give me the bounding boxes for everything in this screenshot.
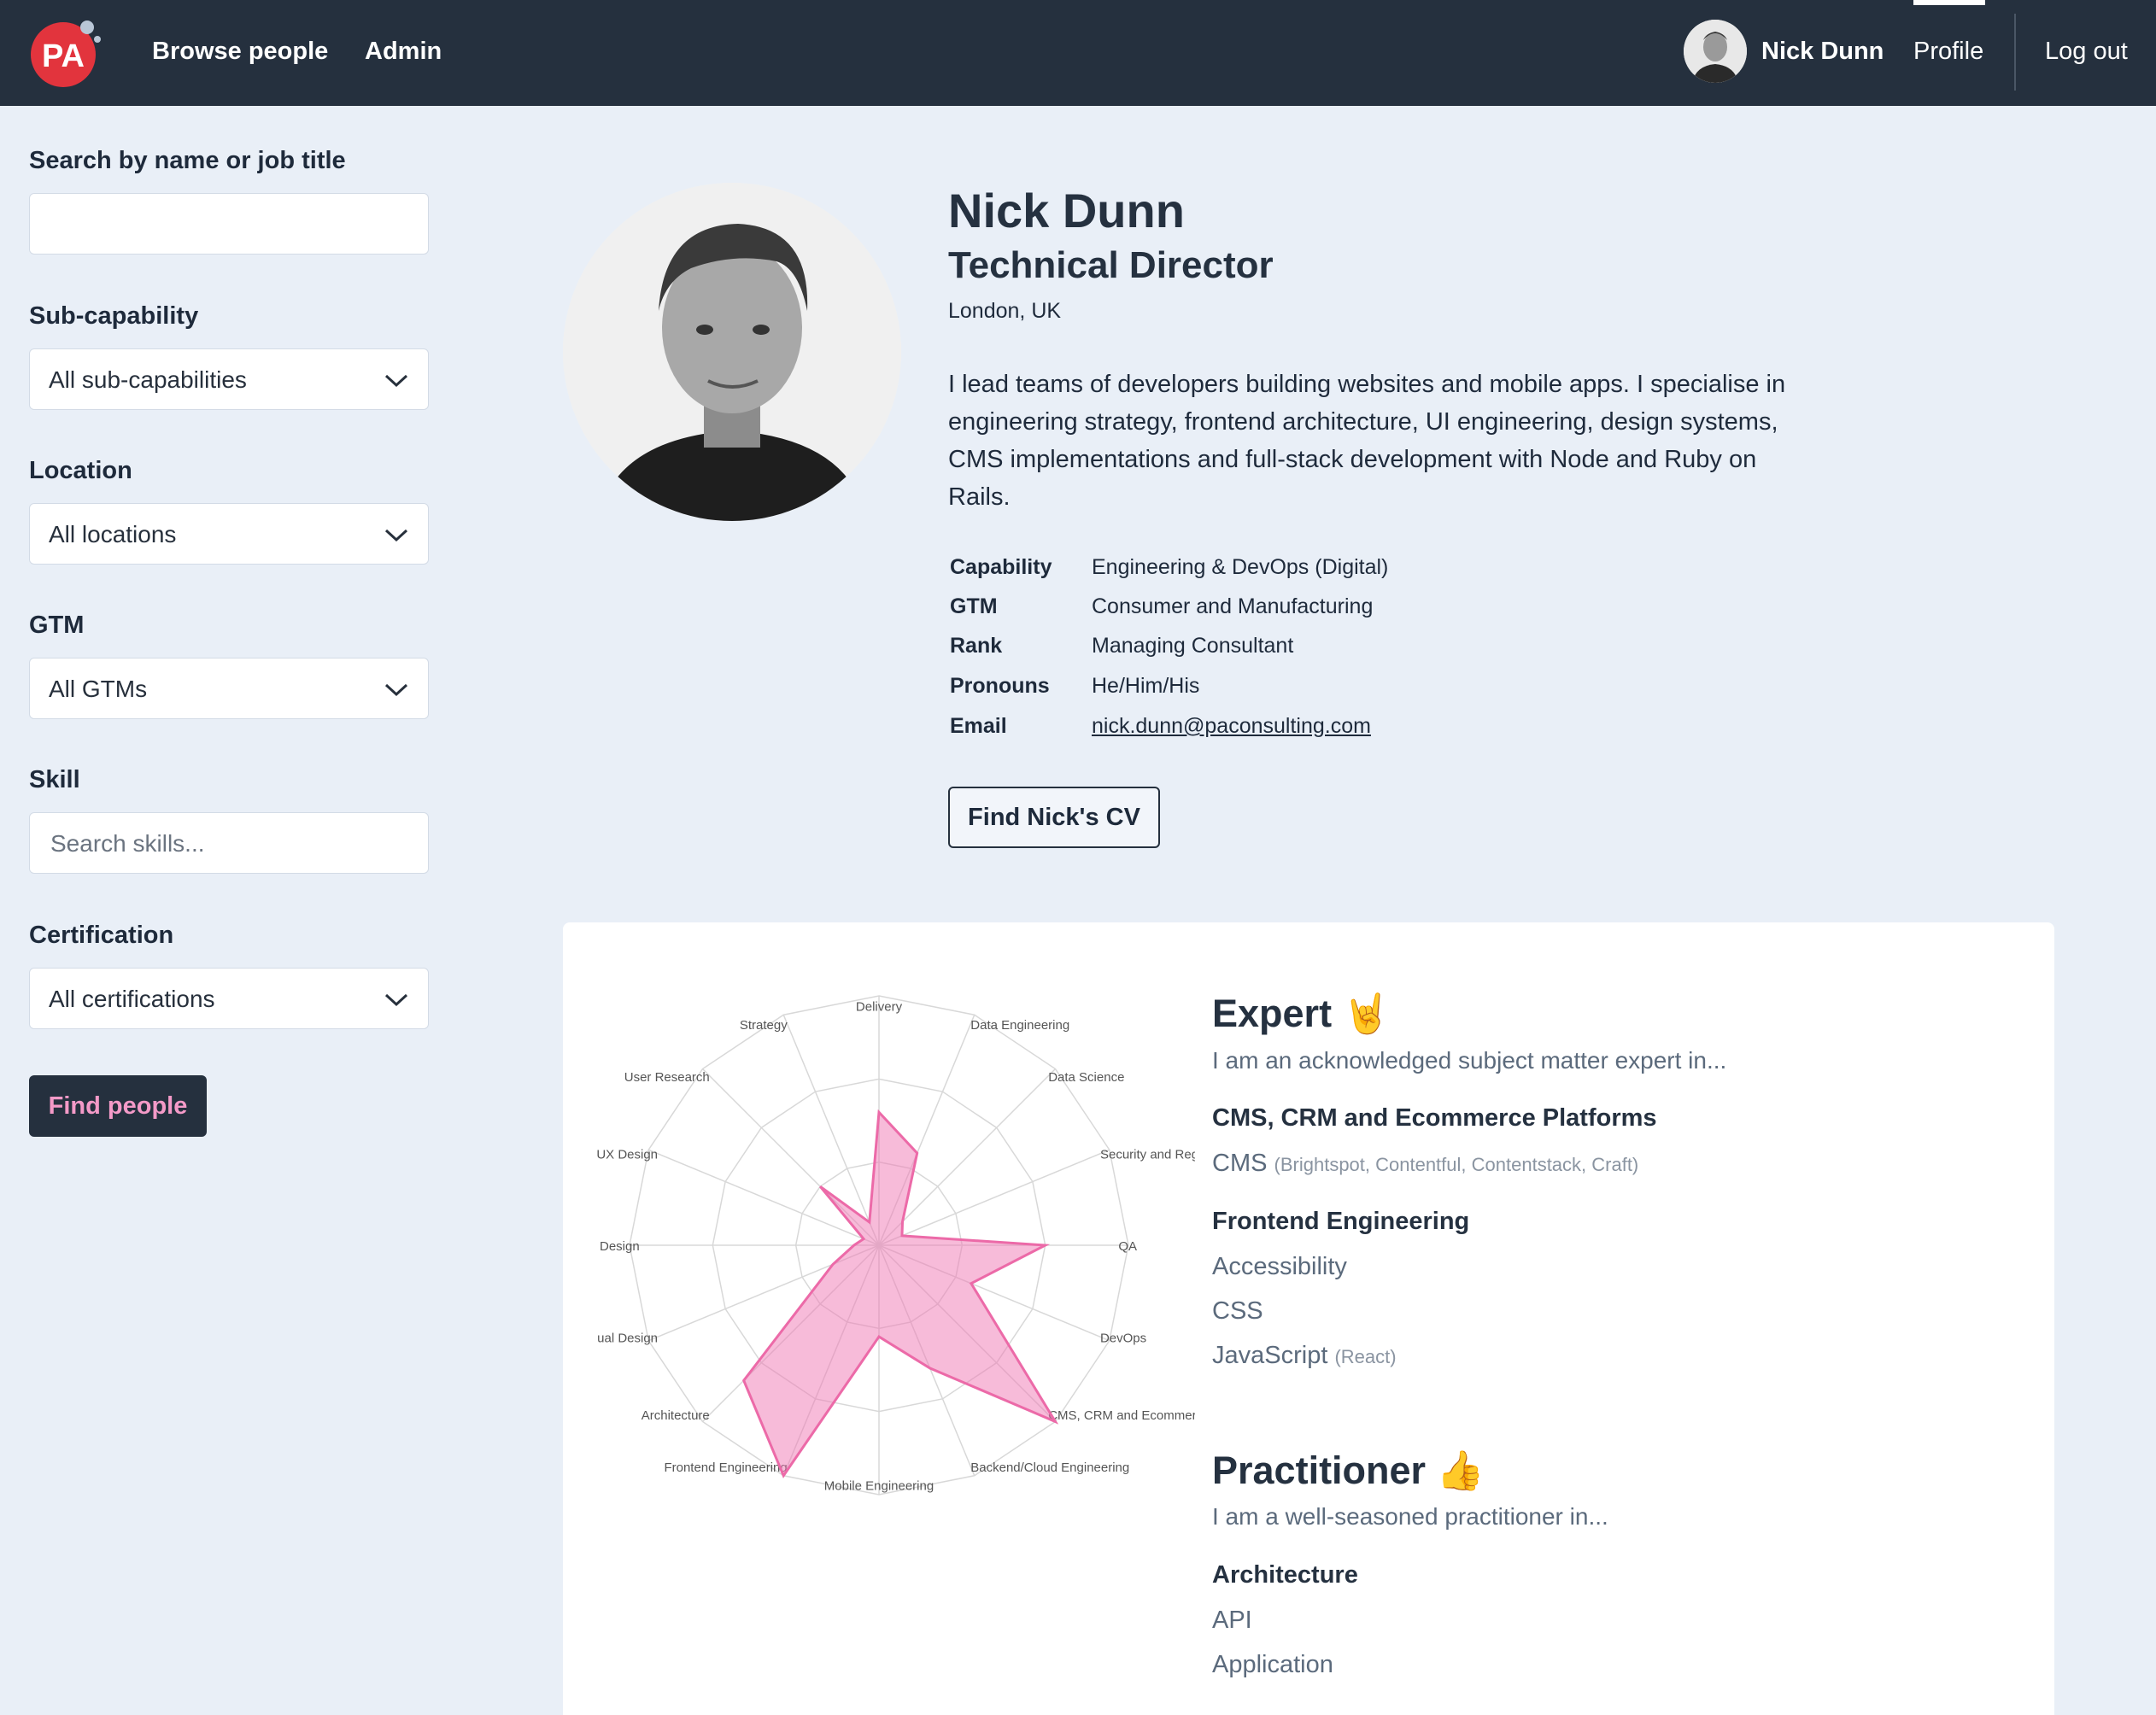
subcapability-value: All sub-capabilities	[49, 366, 247, 393]
find-people-button[interactable]: Find people	[29, 1075, 207, 1137]
skill-group-heading: Frontend Engineering	[1212, 1208, 1470, 1235]
radar-category-label: QA	[1118, 1239, 1137, 1254]
skill-search-placeholder: Search skills...	[50, 830, 205, 857]
profile-bio: I lead teams of developers building webs…	[948, 371, 1786, 511]
search-label: Search by name or job title	[29, 147, 346, 174]
expert-heading: Expert 🤘	[1212, 991, 1391, 1036]
radar-category-label: Content Design	[597, 1239, 640, 1254]
skill-name: CSS	[1212, 1297, 1263, 1325]
detail-label: Capability	[950, 555, 1052, 579]
user-avatar-icon	[1684, 20, 1747, 83]
nav-divider	[2014, 14, 2016, 91]
radar-category-label: CMS, CRM and Ecommerce Platforms	[1048, 1408, 1195, 1423]
detail-value: Consumer and Manufacturing	[1092, 594, 1374, 618]
chevron-down-icon	[384, 374, 408, 388]
detail-label: Rank	[950, 634, 1003, 658]
subcapability-label: Sub-capability	[29, 302, 199, 330]
location-value: All locations	[49, 521, 177, 547]
chevron-down-icon	[384, 993, 408, 1007]
find-cv-button[interactable]: Find Nick's CV	[948, 787, 1160, 848]
gtm-select[interactable]: All GTMs	[29, 658, 429, 719]
active-tab-indicator	[1913, 0, 1985, 5]
chevron-down-icon	[384, 683, 408, 697]
skill-name: API	[1212, 1607, 1252, 1634]
profile-job-title: Technical Director	[948, 244, 1274, 286]
practitioner-title: Practitioner	[1212, 1449, 1427, 1492]
radar-category-label: Backend/Cloud Engineering	[970, 1460, 1129, 1475]
skill-item: Accessibility	[1212, 1253, 1347, 1281]
location-select[interactable]: All locations	[29, 503, 429, 565]
radar-category-label: Security and Regulatory	[1100, 1148, 1195, 1162]
profile-location: London, UK	[948, 299, 1062, 323]
thumbs-up-icon: 👍	[1436, 1449, 1485, 1492]
skills-radar-chart: Delivery Data Engineering Data Science Secu…	[597, 991, 1195, 1589]
certification-label: Certification	[29, 922, 174, 949]
certification-select[interactable]: All certifications	[29, 968, 429, 1029]
skill-item: API	[1212, 1607, 1252, 1635]
radar-category-label: Delivery	[856, 1000, 903, 1015]
skill-tools: (Brightspot, Contentful, Contentstack, C…	[1274, 1154, 1639, 1175]
nav-profile[interactable]: Profile	[1913, 32, 1983, 70]
radar-category-label: Visual Design	[597, 1331, 658, 1345]
practitioner-description: I am a well-seasoned practitioner in...	[1212, 1503, 1608, 1530]
search-input[interactable]	[29, 193, 429, 255]
gtm-label: GTM	[29, 612, 85, 639]
logo-text: PA	[42, 38, 85, 74]
radar-category-label: Architecture	[642, 1408, 710, 1423]
pa-logo-icon[interactable]: PA	[29, 19, 101, 87]
detail-value: Managing Consultant	[1092, 634, 1294, 658]
detail-label: Pronouns	[950, 674, 1050, 698]
skill-search-input[interactable]: Search skills...	[29, 812, 429, 874]
skills-card: Delivery Data Engineering Data Science Secu…	[563, 922, 2054, 1715]
skill-name: JavaScript	[1212, 1342, 1328, 1369]
nav-browse-people[interactable]: Browse people	[152, 32, 328, 70]
skill-label: Skill	[29, 766, 80, 793]
expert-title: Expert	[1212, 992, 1333, 1035]
chevron-down-icon	[384, 529, 408, 542]
profile-photo	[563, 183, 901, 521]
email-link[interactable]: nick.dunn@paconsulting.com	[1092, 709, 1371, 743]
skill-item: JavaScript (React)	[1212, 1342, 1397, 1370]
expert-description: I am an acknowledged subject matter expe…	[1212, 1047, 1727, 1074]
detail-value: He/Him/His	[1092, 674, 1200, 698]
radar-category-label: UX Design	[597, 1148, 658, 1162]
skill-item: Application	[1212, 1651, 1333, 1679]
skill-item: CMS (Brightspot, Contentful, Contentstac…	[1212, 1150, 1638, 1178]
detail-label: GTM	[950, 594, 998, 618]
radar-category-label: DevOps	[1100, 1331, 1146, 1345]
gtm-value: All GTMs	[49, 676, 148, 702]
skill-group-heading: CMS, CRM and Ecommerce Platforms	[1212, 1104, 1657, 1132]
subcapability-select[interactable]: All sub-capabilities	[29, 348, 429, 410]
radar-category-label: Mobile Engineering	[824, 1478, 934, 1493]
radar-series-area	[744, 1112, 1056, 1476]
detail-label: Email	[950, 714, 1007, 738]
top-navigation-bar: PA Browse people Admin Nick Dunn Profile…	[0, 0, 2156, 106]
user-avatar[interactable]	[1684, 20, 1747, 83]
nav-logout[interactable]: Log out	[2045, 32, 2128, 70]
radar-category-label: Frontend Engineering	[664, 1460, 787, 1475]
location-label: Location	[29, 457, 132, 484]
radar-category-label: Strategy	[740, 1018, 788, 1033]
radar-category-label: User Research	[624, 1070, 710, 1085]
skill-tools: (React)	[1334, 1346, 1397, 1367]
radar-category-label: Data Engineering	[970, 1018, 1069, 1033]
detail-value: Engineering & DevOps (Digital)	[1092, 555, 1389, 579]
skill-name: Application	[1212, 1651, 1333, 1678]
radar-category-label: Data Science	[1048, 1070, 1124, 1085]
skill-item: CSS	[1212, 1297, 1263, 1326]
skill-name: Accessibility	[1212, 1253, 1347, 1280]
radar-axis	[783, 1015, 879, 1245]
rock-on-icon: 🤘	[1342, 992, 1391, 1035]
practitioner-heading: Practitioner 👍	[1212, 1448, 1485, 1493]
current-user-name[interactable]: Nick Dunn	[1761, 32, 1884, 70]
profile-name: Nick Dunn	[948, 184, 1185, 237]
certification-value: All certifications	[49, 986, 215, 1012]
radar-axis	[648, 1150, 879, 1245]
profile-photo-icon	[563, 183, 901, 521]
nav-admin[interactable]: Admin	[365, 32, 442, 70]
skill-name: CMS	[1212, 1150, 1268, 1177]
skill-group-heading: Architecture	[1212, 1561, 1358, 1589]
